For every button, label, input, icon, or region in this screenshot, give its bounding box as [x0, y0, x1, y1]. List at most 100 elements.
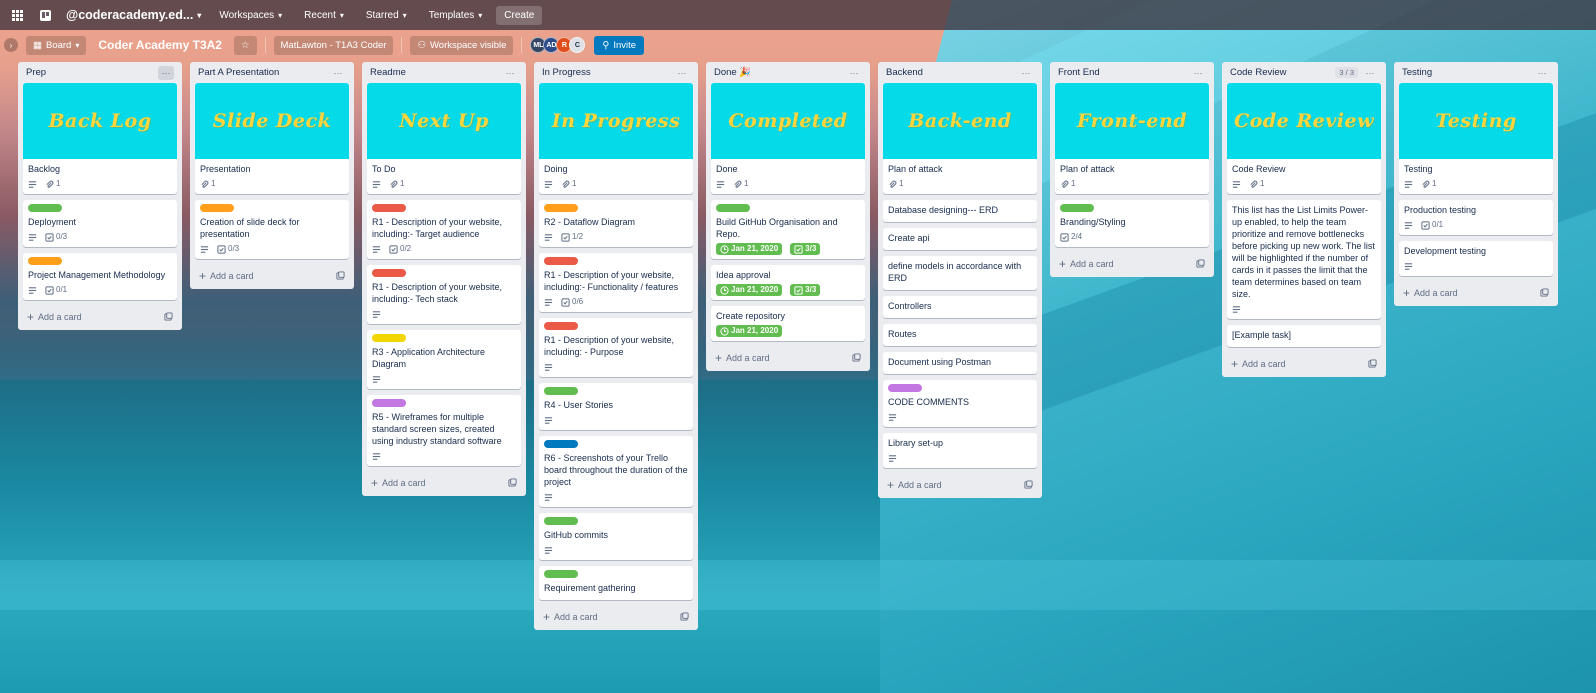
create-button[interactable]: Create — [496, 5, 543, 25]
card-label-purple[interactable] — [888, 384, 922, 392]
card-label-red[interactable] — [544, 257, 578, 265]
card[interactable]: R3 - Application Architecture Diagram — [367, 330, 521, 389]
card[interactable]: R1 - Description of your website, includ… — [539, 253, 693, 312]
menu-starred[interactable]: Starred ▾ — [358, 6, 415, 25]
card[interactable]: Deployment 0/3 — [23, 200, 177, 247]
card-label-orange[interactable] — [200, 204, 234, 212]
card-label-purple[interactable] — [372, 399, 406, 407]
card[interactable]: Testing Testing 1 — [1399, 83, 1553, 194]
template-icon[interactable] — [164, 311, 173, 323]
list-title[interactable]: Testing — [1402, 67, 1432, 78]
more-icon[interactable]: ··· — [1018, 66, 1034, 80]
list-title[interactable]: Backend — [886, 67, 923, 78]
menu-recent[interactable]: Recent ▾ — [296, 6, 352, 25]
add-card-button[interactable]: + Add a card — [1055, 253, 1209, 273]
card-label-orange[interactable] — [544, 204, 578, 212]
list-header[interactable]: Backend ··· — [883, 62, 1037, 83]
template-icon[interactable] — [336, 270, 345, 282]
menu-templates[interactable]: Templates ▾ — [421, 6, 491, 25]
list-header[interactable]: Part A Presentation ··· — [195, 62, 349, 83]
due-date-badge[interactable]: Jan 21, 2020 — [716, 243, 783, 255]
card[interactable]: Code Review Code Review 1 — [1227, 83, 1381, 194]
add-card-button[interactable]: + Add a card — [1227, 353, 1381, 373]
template-icon[interactable] — [680, 611, 689, 623]
sidebar-toggle-icon[interactable]: › — [4, 38, 18, 52]
list-header[interactable]: Testing ··· — [1399, 62, 1553, 83]
card[interactable]: R2 - Dataflow Diagram 1/2 — [539, 200, 693, 247]
avatar[interactable]: C — [569, 37, 586, 53]
list-title[interactable]: In Progress — [542, 67, 591, 78]
list-header[interactable]: Prep ··· — [23, 62, 177, 83]
card[interactable]: Back Log Backlog 1 — [23, 83, 177, 194]
add-card-button[interactable]: + Add a card — [539, 606, 693, 626]
card[interactable]: Create repository Jan 21, 2020 — [711, 306, 865, 341]
card[interactable]: Creation of slide deck for presentation 0… — [195, 200, 349, 259]
more-icon[interactable]: ··· — [846, 66, 862, 80]
add-card-button[interactable]: + Add a card — [711, 347, 865, 367]
card[interactable]: Back-end Plan of attack 1 — [883, 83, 1037, 194]
card[interactable]: R6 - Screenshots of your Trello board th… — [539, 436, 693, 507]
list-title[interactable]: Front End — [1058, 67, 1100, 78]
more-icon[interactable]: ··· — [1362, 66, 1378, 80]
grid-icon[interactable] — [6, 4, 28, 26]
add-card-button[interactable]: + Add a card — [1399, 282, 1553, 302]
card[interactable]: CODE COMMENTS — [883, 380, 1037, 427]
card[interactable]: Routes — [883, 324, 1037, 346]
more-icon[interactable]: ··· — [502, 66, 518, 80]
board-title[interactable]: Coder Academy T3A2 — [94, 38, 226, 52]
template-icon[interactable] — [1540, 287, 1549, 299]
more-icon[interactable]: ··· — [674, 66, 690, 80]
card-label-green[interactable] — [1060, 204, 1094, 212]
list-title[interactable]: Done 🎉 — [714, 67, 751, 78]
menu-workspaces[interactable]: Workspaces ▾ — [211, 6, 290, 25]
card[interactable]: Slide Deck Presentation 1 — [195, 83, 349, 194]
add-card-button[interactable]: + Add a card — [195, 265, 349, 285]
template-icon[interactable] — [1024, 479, 1033, 491]
list-title[interactable]: Part A Presentation — [198, 67, 279, 78]
card[interactable]: define models in accordance with ERD — [883, 256, 1037, 290]
due-date-badge[interactable]: Jan 21, 2020 — [716, 325, 783, 337]
card[interactable]: Document using Postman — [883, 352, 1037, 374]
list-header[interactable]: Front End ··· — [1055, 62, 1209, 83]
list-header[interactable]: Done 🎉 ··· — [711, 62, 865, 83]
card[interactable]: Requirement gathering — [539, 566, 693, 600]
card-label-green[interactable] — [716, 204, 750, 212]
card[interactable]: R4 - User Stories — [539, 383, 693, 430]
card[interactable]: GitHub commits — [539, 513, 693, 560]
template-icon[interactable] — [1196, 258, 1205, 270]
add-card-button[interactable]: + Add a card — [883, 474, 1037, 494]
card[interactable]: Branding/Styling 2/4 — [1055, 200, 1209, 247]
list-header[interactable]: In Progress ··· — [539, 62, 693, 83]
add-card-button[interactable]: + Add a card — [367, 472, 521, 492]
card-label-green[interactable] — [28, 204, 62, 212]
card-label-yellow[interactable] — [372, 334, 406, 342]
board-icon[interactable] — [34, 4, 56, 26]
card[interactable]: Controllers — [883, 296, 1037, 318]
invite-button[interactable]: ⚲ Invite — [594, 35, 645, 55]
list-title[interactable]: Readme — [370, 67, 406, 78]
card-label-red[interactable] — [372, 269, 406, 277]
card[interactable]: Completed Done 1 — [711, 83, 865, 194]
template-icon[interactable] — [508, 477, 517, 489]
add-card-button[interactable]: + Add a card — [23, 306, 177, 326]
card[interactable]: This list has the List Limits Power-up e… — [1227, 200, 1381, 319]
list-title[interactable]: Prep — [26, 67, 46, 78]
template-icon[interactable] — [852, 352, 861, 364]
card-label-green[interactable] — [544, 387, 578, 395]
list-header[interactable]: Code Review 3 / 3 ··· — [1227, 62, 1381, 83]
card[interactable]: R1 - Description of your website, includ… — [367, 265, 521, 324]
workspace-name-button[interactable]: MatLawton - T1A3 Coder — [273, 35, 394, 55]
card-label-orange[interactable] — [28, 257, 62, 265]
workspace-switcher[interactable]: @coderacademy.ed... ▾ — [62, 8, 205, 22]
template-icon[interactable] — [1368, 358, 1377, 370]
visibility-button[interactable]: ⚇ Workspace visible — [410, 35, 514, 55]
list-title[interactable]: Code Review — [1230, 67, 1287, 78]
card[interactable]: [Example task] — [1227, 325, 1381, 347]
card-label-blue[interactable] — [544, 440, 578, 448]
card[interactable]: Production testing 0/1 — [1399, 200, 1553, 235]
card[interactable]: Idea approval Jan 21, 2020 3/3 — [711, 265, 865, 300]
more-icon[interactable]: ··· — [1534, 66, 1550, 80]
more-icon[interactable]: ··· — [1190, 66, 1206, 80]
card[interactable]: In Progress Doing 1 — [539, 83, 693, 194]
card[interactable]: R5 - Wireframes for multiple standard sc… — [367, 395, 521, 466]
